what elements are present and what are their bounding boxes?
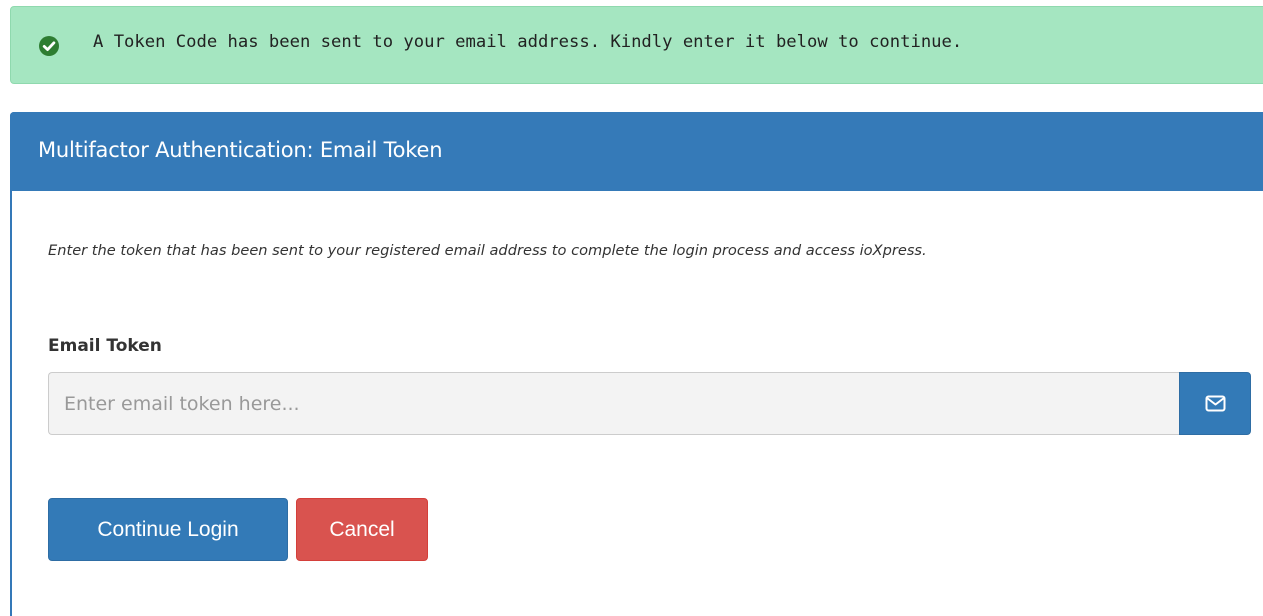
email-token-input[interactable] [48, 372, 1180, 435]
success-alert: A Token Code has been sent to your email… [10, 6, 1263, 84]
panel-title: Multifactor Authentication: Email Token [38, 138, 443, 162]
email-token-label: Email Token [48, 336, 162, 356]
continue-login-button[interactable]: Continue Login [48, 498, 288, 561]
email-token-input-group [48, 372, 1251, 435]
mfa-panel: Multifactor Authentication: Email Token … [10, 112, 1263, 616]
panel-description: Enter the token that has been sent to yo… [48, 242, 927, 259]
alert-message: A Token Code has been sent to your email… [93, 32, 963, 52]
cancel-button[interactable]: Cancel [296, 498, 428, 561]
envelope-icon [1205, 395, 1226, 412]
check-circle-icon [38, 35, 60, 57]
panel-heading: Multifactor Authentication: Email Token [10, 112, 1263, 191]
email-token-addon [1179, 372, 1251, 435]
